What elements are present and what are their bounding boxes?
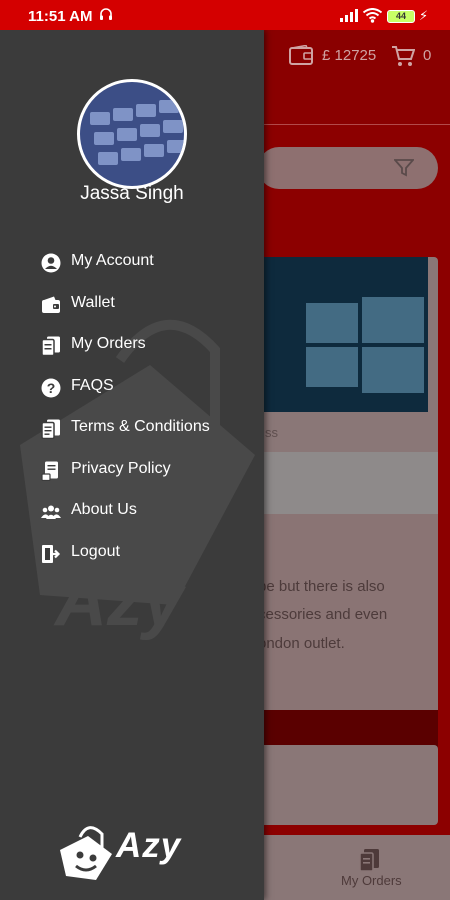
svg-text:?: ? — [47, 380, 56, 396]
menu-label: Privacy Policy — [71, 459, 171, 477]
menu-item-terms-conditions[interactable]: Terms & Conditions — [0, 408, 264, 450]
menu-label: Terms & Conditions — [71, 418, 210, 435]
menu-label: Logout — [71, 542, 120, 560]
description-line: cessories and even — [258, 606, 388, 623]
wallet-balance[interactable]: £ 12725 — [322, 47, 376, 64]
help-circle-icon: ? — [41, 378, 61, 397]
orders-icon — [41, 336, 60, 356]
cart-icon[interactable] — [391, 45, 415, 67]
headset-icon — [100, 8, 112, 20]
cart-count[interactable]: 0 — [423, 47, 431, 64]
bottom-nav-orders-label[interactable]: My Orders — [341, 873, 402, 888]
description-line: ondon outlet. — [258, 635, 345, 652]
filter-icon[interactable] — [394, 159, 414, 177]
product-title-area — [258, 452, 438, 514]
product-title-fragment: ss — [265, 425, 278, 440]
menu-label: Wallet — [71, 293, 115, 311]
logout-icon — [42, 544, 61, 563]
wallet-icon[interactable] — [289, 45, 313, 65]
brand-name: Azy — [116, 826, 182, 865]
brand-logo: Azy — [58, 822, 208, 882]
description-line: pe but there is also — [258, 578, 385, 595]
group-icon — [41, 505, 61, 519]
menu-item-privacy-policy[interactable]: Privacy Policy — [0, 450, 264, 492]
wifi-icon — [363, 8, 382, 23]
orders-icon[interactable] — [359, 848, 381, 872]
menu-label: My Account — [71, 252, 154, 269]
menu-item-logout[interactable]: Logout — [0, 533, 264, 575]
avatar[interactable] — [77, 79, 187, 189]
battery-icon: 44 — [387, 10, 415, 23]
shopping-bag-icon — [60, 826, 112, 880]
battery-level: 44 — [395, 11, 406, 21]
product-card[interactable] — [258, 745, 438, 825]
terms-document-icon — [41, 419, 60, 439]
signal-icon — [340, 9, 358, 22]
menu-item-my-orders[interactable]: My Orders — [0, 325, 264, 367]
charging-icon: ⚡ — [419, 8, 429, 23]
menu-item-wallet[interactable]: Wallet — [0, 284, 264, 326]
menu-item-my-account[interactable]: My Account — [0, 242, 264, 284]
product-image — [258, 257, 428, 412]
account-circle-icon — [41, 253, 61, 273]
menu-label: FAQS — [71, 376, 114, 394]
menu-item-about-us[interactable]: About Us — [0, 491, 264, 533]
menu-label: My Orders — [71, 335, 146, 352]
user-name: Jassa Singh — [80, 183, 184, 204]
status-time: 11:51 AM — [28, 8, 93, 25]
menu-item-faqs[interactable]: ? FAQS — [0, 367, 264, 409]
wallet-icon — [42, 296, 60, 313]
status-bar: 11:51 AM 44 ⚡ — [0, 0, 450, 30]
privacy-document-icon — [41, 461, 58, 481]
navigation-drawer: Azy Jassa Singh My Account Wallet My Ord… — [0, 30, 264, 900]
menu-label: About Us — [71, 501, 137, 518]
